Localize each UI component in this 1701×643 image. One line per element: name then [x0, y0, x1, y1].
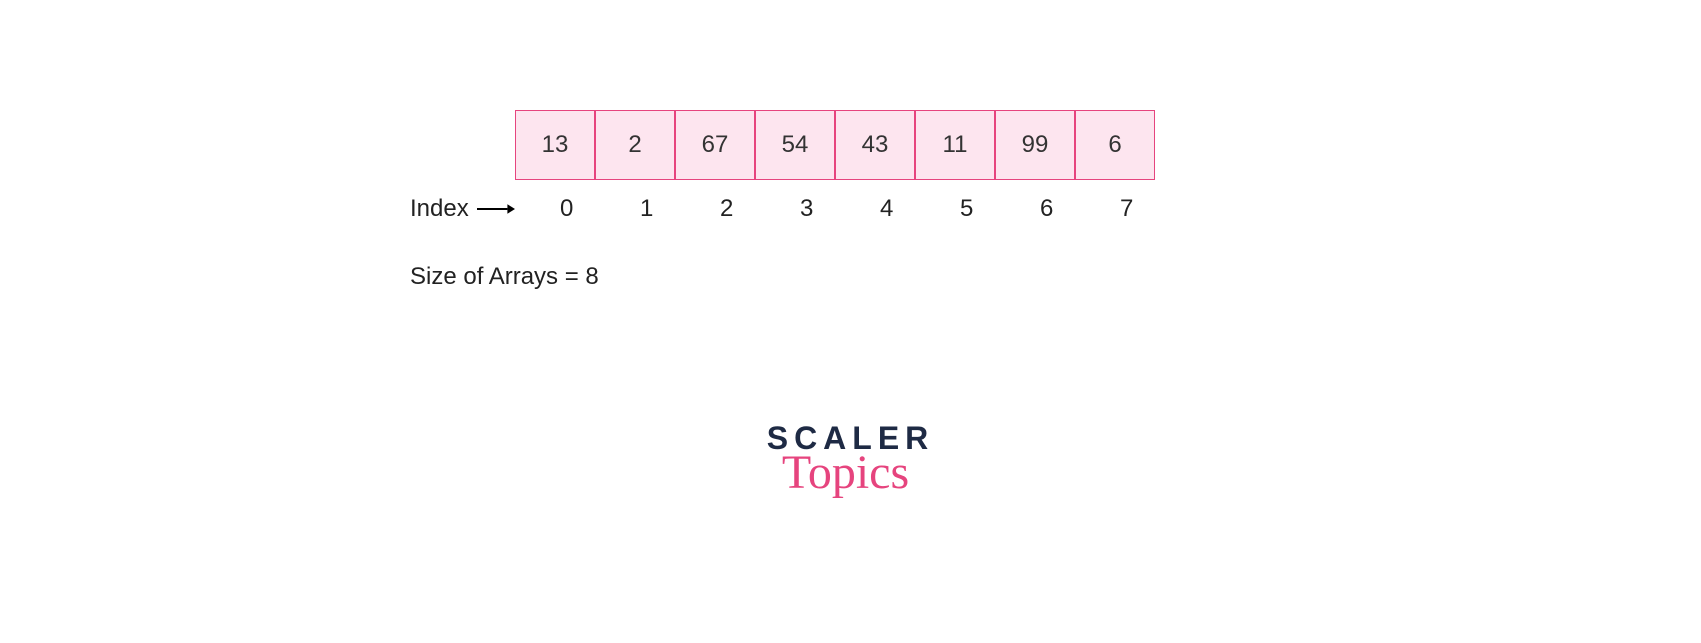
array-diagram: 13 2 67 54 43 11 99 6 Index 0 1 2 3 4 5 … [410, 110, 1167, 291]
array-cells-row: 13 2 67 54 43 11 99 6 [515, 110, 1167, 180]
array-cell: 54 [755, 110, 835, 180]
index-list: 0 1 2 3 4 5 6 7 [527, 195, 1167, 223]
index-value: 3 [767, 195, 847, 223]
array-cell: 43 [835, 110, 915, 180]
array-cell: 11 [915, 110, 995, 180]
index-value: 1 [607, 195, 687, 223]
index-value: 6 [1007, 195, 1087, 223]
array-cell: 2 [595, 110, 675, 180]
array-cell: 13 [515, 110, 595, 180]
index-value: 4 [847, 195, 927, 223]
array-cell: 99 [995, 110, 1075, 180]
index-row: Index 0 1 2 3 4 5 6 7 [410, 195, 1167, 223]
logo-text-topics: Topics [757, 445, 935, 500]
index-value: 2 [687, 195, 767, 223]
index-value: 0 [527, 195, 607, 223]
index-value: 5 [927, 195, 1007, 223]
arrow-right-icon [477, 201, 515, 217]
index-value: 7 [1087, 195, 1167, 223]
index-label: Index [410, 195, 469, 223]
array-cell: 67 [675, 110, 755, 180]
array-cell: 6 [1075, 110, 1155, 180]
array-size-label: Size of Arrays = 8 [410, 263, 1167, 291]
scaler-topics-logo: SCALER Topics [767, 420, 935, 500]
